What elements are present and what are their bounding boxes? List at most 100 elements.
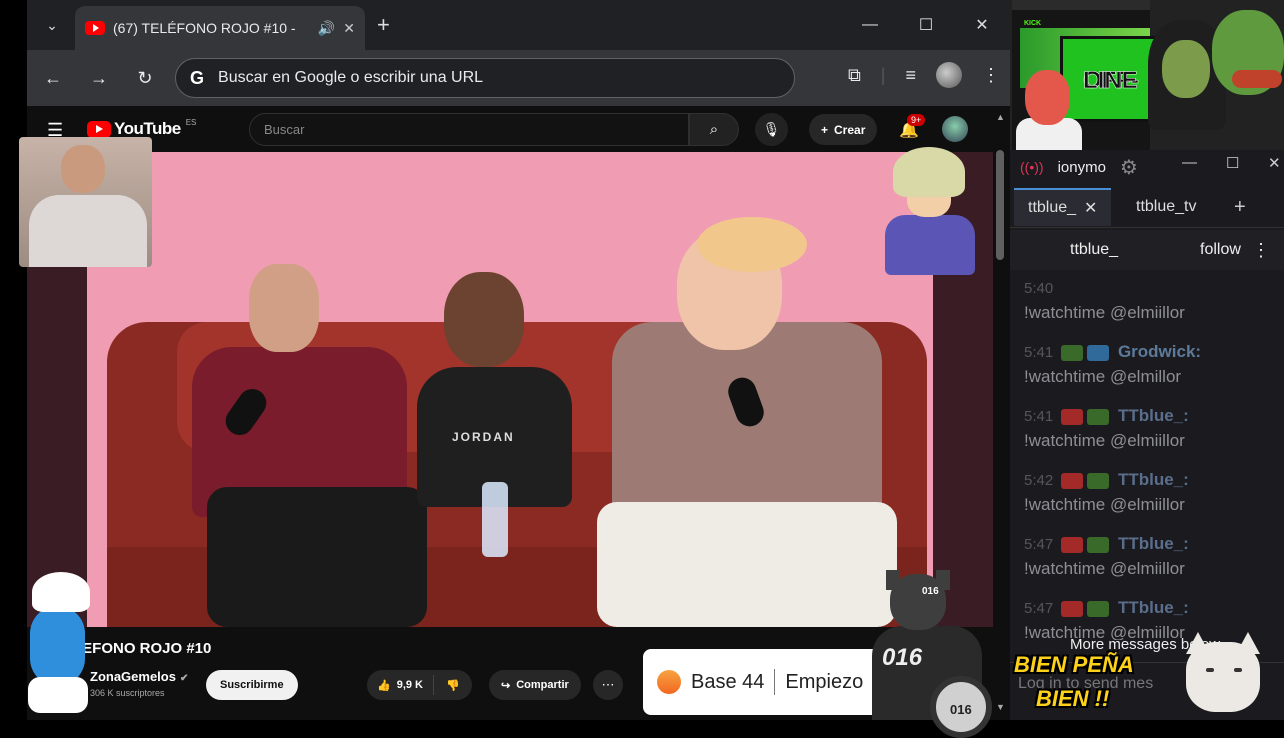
add-tab-button[interactable]: +: [1234, 196, 1246, 219]
chat-options-icon[interactable]: ⋮: [1252, 240, 1270, 261]
like-button[interactable]: 👍 9,9 K: [367, 675, 434, 695]
tab-close-icon[interactable]: ✕: [343, 20, 355, 37]
smurf-pants: [28, 677, 88, 713]
ad-brand: Base 44: [691, 670, 765, 693]
chat-messages[interactable]: 5:40 !watchtime @elmiillor 5:41 Grodwick…: [1010, 268, 1284, 640]
extensions-icon[interactable]: ⧉: [848, 65, 861, 86]
shirt-text: JORDAN: [452, 430, 515, 444]
subscribe-button[interactable]: Suscribirme: [206, 670, 298, 700]
base44-logo-icon: [657, 670, 681, 694]
back-button[interactable]: ←: [37, 62, 69, 94]
chat-message: 5:40 !watchtime @elmiillor: [1024, 280, 1185, 322]
thumbs-down-icon: 👎: [446, 679, 460, 692]
share-button[interactable]: ↪ Compartir: [489, 670, 581, 700]
google-icon: G: [190, 67, 205, 88]
cat-eye-left: [1206, 668, 1214, 672]
page-scrollbar[interactable]: ▲ ▼: [996, 112, 1006, 712]
chat-minimize-button[interactable]: —: [1182, 154, 1197, 171]
ad-banner[interactable]: Base 44 Empiezo: [643, 649, 883, 715]
smurf-sticker-overlay: [22, 572, 97, 717]
plus-icon: +: [821, 122, 829, 137]
youtube-play-icon: [87, 120, 111, 138]
profile-avatar[interactable]: [936, 62, 962, 88]
forward-button[interactable]: →: [83, 62, 115, 94]
streamer-webcam-overlay: [19, 137, 152, 267]
tab-title: (67) TELÉFONO ROJO #10 -: [113, 20, 296, 36]
scrollbar-thumb[interactable]: [996, 150, 1004, 260]
guest-center-head: [444, 272, 524, 367]
broadcaster-badge-icon: [1061, 536, 1084, 553]
youtube-account-avatar[interactable]: [942, 116, 968, 142]
host-right-legs: [597, 502, 897, 627]
frog-lips: [1232, 70, 1282, 88]
browser-toolbar: ← → ↻ G Buscar en Google o escribir una …: [27, 50, 1010, 106]
hooded-face: [1162, 40, 1210, 98]
sword-badge-icon: [1087, 408, 1110, 425]
sword-badge-icon: [1087, 600, 1110, 617]
host-left-legs: [207, 487, 427, 627]
water-bottle: [482, 482, 508, 557]
chat-message: 5:42 TTblue_: !watchtime @elmiillor: [1024, 470, 1189, 514]
address-placeholder: Buscar en Google o escribir una URL: [218, 69, 484, 86]
reload-button[interactable]: ↻: [129, 62, 161, 94]
zoidberg-sticker: [1010, 70, 1085, 150]
host-right-hair: [697, 217, 807, 272]
gear-icon[interactable]: ⚙: [1120, 155, 1138, 180]
channel-name[interactable]: ZonaGemelos ✔: [90, 669, 188, 684]
sticker-jacket: [885, 215, 975, 275]
chat-tab-ttblue-tv[interactable]: ttblue_tv: [1122, 188, 1210, 226]
subscriber-count: 306 K suscriptores: [90, 688, 165, 698]
youtube-logo[interactable]: YouTube ES: [87, 118, 196, 139]
webcam-shirt: [29, 195, 147, 267]
search-button[interactable]: ⌕: [689, 113, 739, 146]
subscriber-badge-icon: [1087, 344, 1110, 361]
smurf-body: [30, 606, 85, 686]
youtube-header: ☰ YouTube ES Buscar ⌕ 🎙 + Crear 🔔 9+: [27, 106, 1010, 152]
maximize-button[interactable]: ☐: [898, 0, 954, 50]
more-actions-button[interactable]: ⋯: [593, 670, 623, 700]
close-window-button[interactable]: ✕: [954, 0, 1010, 50]
chat-channel-name: ttblue_: [1070, 241, 1119, 258]
ad-divider: [774, 669, 776, 695]
address-bar[interactable]: G Buscar en Google o escribir una URL: [175, 58, 795, 98]
broadcaster-badge-icon: [1061, 472, 1084, 489]
kick-label: KICK: [1024, 20, 1042, 27]
tab-bar: ⌄ (67) TELÉFONO ROJO #10 - 🔊 ✕ + — ☐ ✕: [27, 0, 1010, 50]
share-icon: ↪: [501, 679, 511, 692]
chat-tab-ttblue[interactable]: ttblue_ ✕: [1014, 188, 1112, 226]
sword-badge-icon: [1061, 344, 1084, 361]
chat-message: 5:41 Grodwick: !watchtime @elmillor: [1024, 342, 1202, 386]
chat-close-button[interactable]: ✕: [1268, 154, 1281, 172]
close-tab-icon[interactable]: ✕: [1084, 198, 1097, 218]
create-label: Crear: [834, 122, 866, 137]
separator: |: [880, 64, 886, 85]
dislike-button[interactable]: 👎: [434, 679, 472, 692]
new-tab-button[interactable]: +: [377, 12, 390, 38]
chat-maximize-button[interactable]: ☐: [1226, 154, 1239, 172]
chat-tabs: ttblue_ ✕ ttblue_tv +: [1010, 184, 1284, 228]
video-player[interactable]: JORDAN: [27, 152, 993, 627]
youtube-search-input[interactable]: Buscar: [249, 113, 689, 146]
webcam-head: [61, 145, 105, 193]
microphone-icon: 🎙: [762, 121, 781, 137]
speaker-icon[interactable]: 🔊: [318, 20, 335, 37]
armored-cat-overlay: 016 016 016: [860, 570, 992, 738]
voice-search-button[interactable]: 🎙: [755, 113, 788, 146]
scroll-down-icon[interactable]: ▼: [996, 702, 1005, 712]
verified-icon: ✔: [179, 673, 189, 684]
cat-head: [890, 574, 946, 630]
cat-tag: 016: [922, 586, 939, 597]
browser-tab-active[interactable]: (67) TELÉFONO ROJO #10 - 🔊 ✕: [75, 6, 365, 50]
minimize-button[interactable]: —: [842, 0, 898, 50]
browser-menu-icon[interactable]: ⋮: [982, 65, 1000, 86]
window-controls: — ☐ ✕: [842, 0, 1010, 50]
stream-side-panel: KICK OFF- LINE ((•)) ionymo ⚙ — ☐ ✕ ttblu…: [1010, 0, 1284, 720]
follow-button[interactable]: follow: [1200, 241, 1241, 259]
scroll-up-icon[interactable]: ▲: [996, 112, 1005, 122]
broadcaster-badge-icon: [1061, 408, 1084, 425]
tab-search-button[interactable]: ⌄: [37, 10, 67, 40]
like-count: 9,9 K: [396, 679, 423, 691]
media-control-icon[interactable]: ≡: [905, 65, 916, 86]
create-button[interactable]: + Crear: [809, 114, 878, 145]
notification-badge: 9+: [907, 114, 926, 126]
